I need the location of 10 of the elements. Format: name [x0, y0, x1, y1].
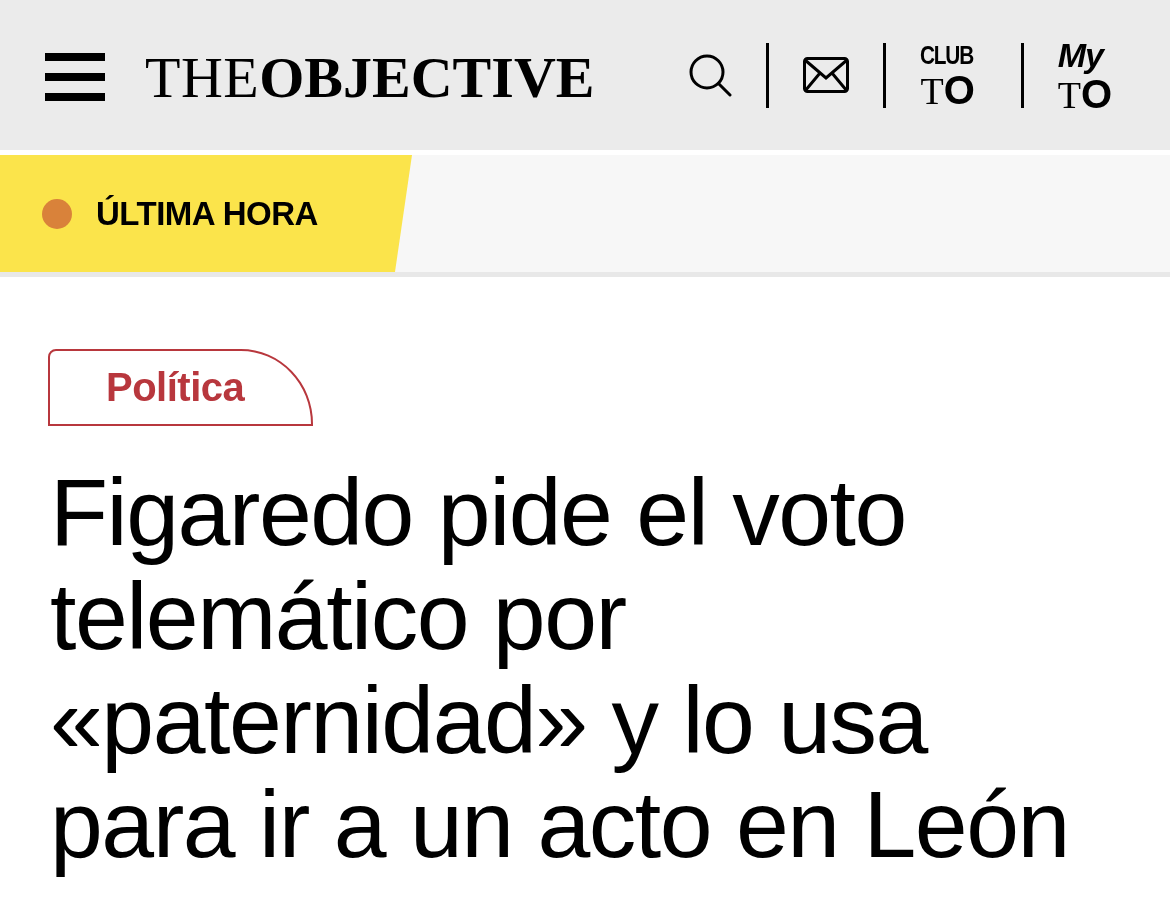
club-link[interactable]: CLUB TO: [920, 41, 987, 109]
menu-icon[interactable]: [45, 53, 105, 101]
mail-icon[interactable]: [803, 57, 850, 93]
breaking-news-label: ÚLTIMA HORA: [96, 194, 318, 233]
search-icon[interactable]: [688, 53, 733, 97]
headline: Figaredo pide el voto telemático por «paternidad» y lo usa para ir a un acto en León: [50, 460, 1070, 876]
my-link[interactable]: My TO: [1057, 37, 1112, 113]
site-logo[interactable]: THEOBJECTIVE: [145, 49, 595, 107]
status-dot-icon: [42, 198, 72, 229]
category-tag[interactable]: Política: [48, 349, 313, 426]
